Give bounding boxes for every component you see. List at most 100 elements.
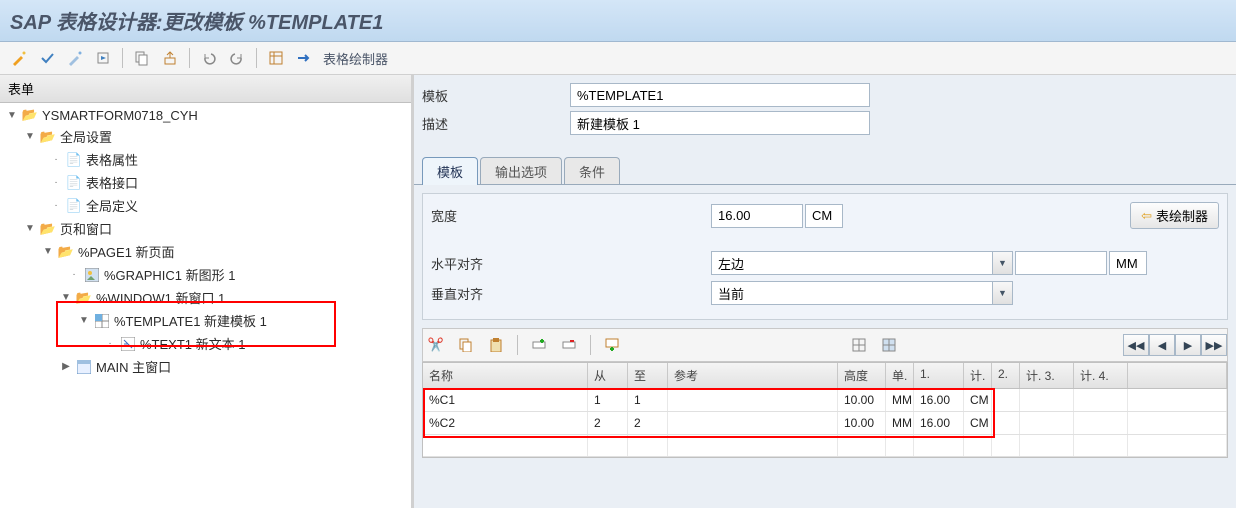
col-ref[interactable]: 参考 bbox=[668, 363, 838, 388]
tree-global[interactable]: ▼📂全局设置 bbox=[0, 125, 411, 148]
undo-icon[interactable] bbox=[196, 46, 222, 70]
collapse-icon[interactable]: ▼ bbox=[24, 223, 36, 235]
tree-pages[interactable]: ▼📂页和窗口 bbox=[0, 217, 411, 240]
cell-from[interactable]: 2 bbox=[588, 412, 628, 434]
copy-icon[interactable] bbox=[453, 333, 479, 357]
table-painter-link[interactable]: 表格绘制器 bbox=[319, 49, 392, 68]
col-height[interactable]: 高度 bbox=[838, 363, 886, 388]
cell-height[interactable]: 10.00 bbox=[838, 389, 886, 411]
col-to[interactable]: 至 bbox=[628, 363, 668, 388]
cell-c4[interactable] bbox=[1074, 389, 1128, 411]
check-icon[interactable] bbox=[34, 46, 60, 70]
cut-icon[interactable]: ✂️ bbox=[423, 333, 449, 357]
collapse-icon[interactable]: ▼ bbox=[24, 131, 36, 143]
next-col-icon[interactable]: ▶ bbox=[1175, 334, 1201, 356]
copy-icon[interactable] bbox=[129, 46, 155, 70]
form-painter-icon[interactable] bbox=[263, 46, 289, 70]
col-c3[interactable]: 计. 3. bbox=[1020, 363, 1074, 388]
table-painter-button[interactable]: ⇦表绘制器 bbox=[1130, 202, 1219, 229]
upload-icon[interactable] bbox=[157, 46, 183, 70]
grid-row[interactable] bbox=[423, 435, 1227, 457]
template-grid[interactable]: 名称 从 至 参考 高度 单. 1. 计. 2. 计. 3. 计. 4. bbox=[422, 362, 1228, 458]
insert-row-icon[interactable] bbox=[526, 333, 552, 357]
tree-text1[interactable]: ·%TEXT1 新文本 1 bbox=[0, 332, 411, 355]
grid-row[interactable]: %C2 2 2 10.00 MM 16.00 CM bbox=[423, 412, 1227, 435]
append-row-icon[interactable] bbox=[599, 333, 625, 357]
text-icon bbox=[120, 336, 136, 352]
cell-ref[interactable] bbox=[668, 412, 838, 434]
cell-from[interactable]: 1 bbox=[588, 389, 628, 411]
col-from[interactable]: 从 bbox=[588, 363, 628, 388]
tab-output[interactable]: 输出选项 bbox=[480, 157, 562, 185]
wizard-icon[interactable] bbox=[6, 46, 32, 70]
cell-name[interactable]: %C1 bbox=[423, 389, 588, 411]
tree-label: %TEXT1 新文本 1 bbox=[140, 334, 245, 353]
col-c2[interactable]: 2. bbox=[992, 363, 1020, 388]
goto-painter-icon[interactable] bbox=[291, 46, 317, 70]
cell-c2[interactable] bbox=[992, 389, 1020, 411]
paste-icon[interactable] bbox=[483, 333, 509, 357]
tree-root[interactable]: ▼📂YSMARTFORM0718_CYH bbox=[0, 105, 411, 125]
col-unit2[interactable]: 计. bbox=[964, 363, 992, 388]
collapse-icon[interactable]: ▼ bbox=[6, 109, 18, 121]
cell-m1[interactable]: 16.00 bbox=[914, 412, 964, 434]
cell-m1[interactable]: 16.00 bbox=[914, 389, 964, 411]
collapse-icon[interactable]: ▼ bbox=[42, 246, 54, 258]
width-unit[interactable] bbox=[805, 204, 843, 228]
cell-u2[interactable]: CM bbox=[964, 412, 992, 434]
redo-icon[interactable] bbox=[224, 46, 250, 70]
valign-combo[interactable] bbox=[711, 281, 993, 305]
chevron-down-icon[interactable]: ▼ bbox=[993, 251, 1013, 275]
activate-icon[interactable] bbox=[62, 46, 88, 70]
chevron-down-icon[interactable]: ▼ bbox=[993, 281, 1013, 305]
desc-input[interactable] bbox=[570, 111, 870, 135]
tree-main[interactable]: ▶MAIN 主窗口 bbox=[0, 355, 411, 378]
form-tree[interactable]: ▼📂YSMARTFORM0718_CYH ▼📂全局设置 ·📄表格属性 ·📄表格接… bbox=[0, 103, 411, 508]
display-pattern-icon[interactable] bbox=[876, 333, 902, 357]
cell-name[interactable]: %C2 bbox=[423, 412, 588, 434]
tree-page1[interactable]: ▼📂%PAGE1 新页面 bbox=[0, 240, 411, 263]
tree-attr[interactable]: ·📄表格属性 bbox=[0, 148, 411, 171]
cell-height[interactable]: 10.00 bbox=[838, 412, 886, 434]
cell-c3[interactable] bbox=[1020, 389, 1074, 411]
prev-col-icon[interactable]: ◀ bbox=[1149, 334, 1175, 356]
delete-row-icon[interactable] bbox=[556, 333, 582, 357]
halign-offset[interactable] bbox=[1015, 251, 1107, 275]
collapse-icon[interactable]: ▼ bbox=[78, 315, 90, 327]
select-pattern-icon[interactable] bbox=[846, 333, 872, 357]
expand-icon[interactable]: ▶ bbox=[60, 361, 72, 373]
tab-condition[interactable]: 条件 bbox=[564, 157, 620, 185]
col-unit1[interactable]: 单. bbox=[886, 363, 914, 388]
toolbar-sep bbox=[122, 48, 123, 68]
tab-template[interactable]: 模板 bbox=[422, 157, 478, 185]
cell-u1[interactable]: MM bbox=[886, 412, 914, 434]
execute-icon[interactable] bbox=[90, 46, 116, 70]
document-icon: 📄 bbox=[66, 198, 82, 214]
col-name[interactable]: 名称 bbox=[423, 363, 588, 388]
cell-to[interactable]: 2 bbox=[628, 412, 668, 434]
cell-u1[interactable]: MM bbox=[886, 389, 914, 411]
last-col-icon[interactable]: ▶▶ bbox=[1201, 334, 1227, 356]
cell-c4[interactable] bbox=[1074, 412, 1128, 434]
tree-def[interactable]: ·📄全局定义 bbox=[0, 194, 411, 217]
grid-toolbar: ✂️ ◀◀ ◀ ▶ ▶▶ bbox=[422, 328, 1228, 362]
halign-combo[interactable] bbox=[711, 251, 993, 275]
cell-u2[interactable]: CM bbox=[964, 389, 992, 411]
template-input[interactable] bbox=[570, 83, 870, 107]
tree-template1[interactable]: ▼%TEMPLATE1 新建模板 1 bbox=[0, 309, 411, 332]
tree-window1[interactable]: ▼📂%WINDOW1 新窗口 1 bbox=[0, 286, 411, 309]
col-m1[interactable]: 1. bbox=[914, 363, 964, 388]
collapse-icon[interactable]: ▼ bbox=[60, 292, 72, 304]
tree-label: %PAGE1 新页面 bbox=[78, 242, 175, 261]
width-input[interactable] bbox=[711, 204, 803, 228]
grid-row[interactable]: %C1 1 1 10.00 MM 16.00 CM bbox=[423, 389, 1227, 412]
cell-to[interactable]: 1 bbox=[628, 389, 668, 411]
cell-c3[interactable] bbox=[1020, 412, 1074, 434]
col-c4[interactable]: 计. 4. bbox=[1074, 363, 1128, 388]
tree-iface[interactable]: ·📄表格接口 bbox=[0, 171, 411, 194]
first-col-icon[interactable]: ◀◀ bbox=[1123, 334, 1149, 356]
cell-c2[interactable] bbox=[992, 412, 1020, 434]
tree-graphic1[interactable]: ·%GRAPHIC1 新图形 1 bbox=[0, 263, 411, 286]
halign-unit[interactable] bbox=[1109, 251, 1147, 275]
cell-ref[interactable] bbox=[668, 389, 838, 411]
